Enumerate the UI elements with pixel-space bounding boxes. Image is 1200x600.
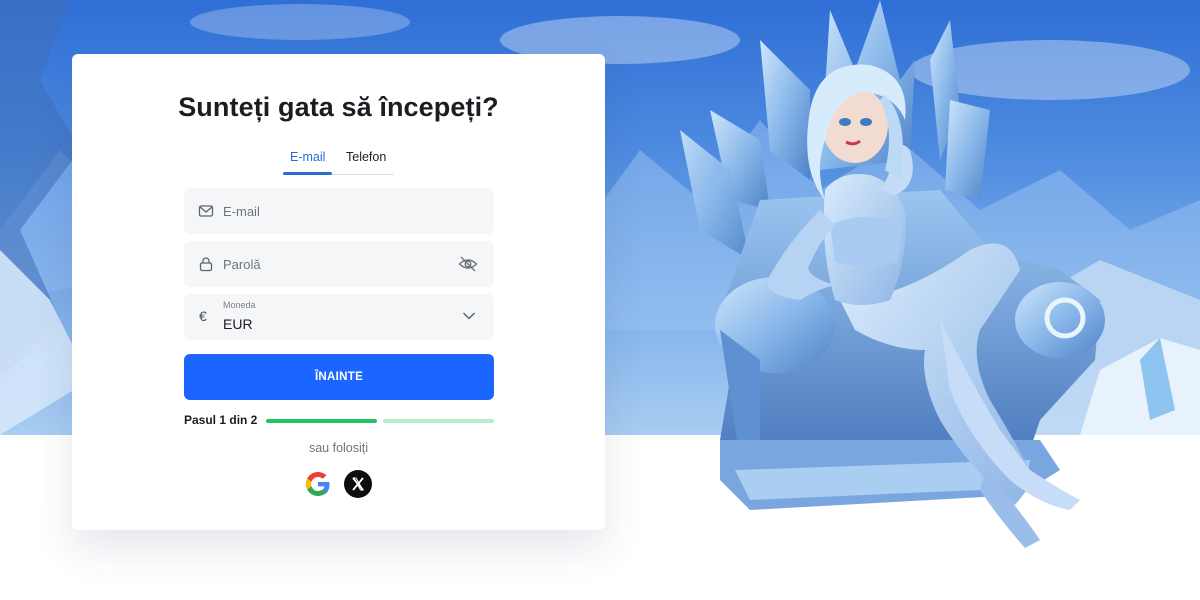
step-indicator-label: Pasul 1 din 2 — [184, 413, 258, 427]
eye-off-icon[interactable] — [458, 255, 478, 273]
currency-select[interactable]: € Moneda EUR — [184, 294, 494, 340]
lock-icon — [199, 257, 213, 272]
next-button[interactable]: ÎNAINTE — [184, 354, 494, 400]
currency-value: EUR — [223, 316, 253, 332]
page-title: Sunteți gata să începeți? — [178, 92, 499, 122]
chevron-down-icon — [462, 312, 476, 320]
signup-card: Sunteți gata să începeți? E-mail Telefon… — [72, 54, 605, 530]
password-placeholder: Parolă — [223, 257, 261, 272]
currency-label: Moneda — [223, 300, 256, 310]
step-progress-1 — [266, 419, 377, 423]
alt-login-label: sau folosiți — [308, 441, 369, 455]
email-field[interactable]: E-mail — [184, 188, 494, 234]
hero-illustration — [640, 0, 1200, 560]
x-icon[interactable] — [344, 470, 372, 498]
email-placeholder: E-mail — [223, 204, 260, 219]
tab-email[interactable]: E-mail — [290, 150, 325, 164]
password-field[interactable]: Parolă — [184, 241, 494, 287]
mail-icon — [198, 205, 214, 217]
google-icon[interactable] — [304, 470, 332, 498]
euro-icon: € — [199, 308, 207, 324]
step-progress-2 — [383, 419, 494, 423]
tab-phone[interactable]: Telefon — [346, 150, 386, 164]
active-tab-indicator — [283, 172, 332, 175]
auth-tabs: E-mail Telefon — [283, 146, 394, 175]
